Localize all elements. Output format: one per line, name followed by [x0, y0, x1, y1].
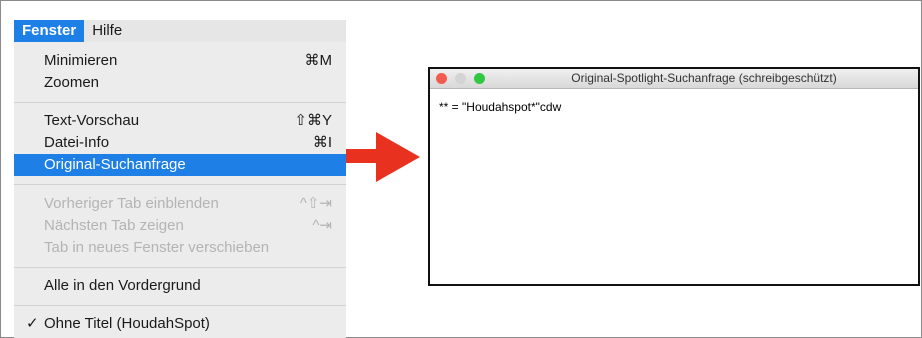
checkmark-icon: ✓ [26, 315, 39, 332]
menu-separator [14, 267, 346, 268]
shortcut-label: ^⇧⇥ [299, 195, 332, 212]
query-window: Original-Spotlight-Suchanfrage (schreibg… [428, 67, 920, 286]
shortcut-label: ^⇥ [312, 217, 332, 234]
menu-separator [14, 102, 346, 103]
shortcut-label: ⌘M [304, 52, 333, 69]
menu-item-minimize[interactable]: Minimieren ⌘M [14, 50, 346, 72]
menu-item-zoom[interactable]: Zoomen [14, 72, 346, 94]
menu-item-original-query[interactable]: Original-Suchanfrage [14, 154, 346, 176]
shortcut-label: ⇧⌘Y [294, 112, 332, 129]
menu-item-move-tab: Tab in neues Fenster verschieben [14, 237, 346, 259]
menu-item-window-untitled[interactable]: ✓ Ohne Titel (HoudahSpot) [14, 313, 346, 335]
menu-item-previous-tab: Vorheriger Tab einblenden ^⇧⇥ [14, 193, 346, 215]
menu-item-label: Nächsten Tab zeigen [44, 217, 184, 234]
menu-item-label: Ohne Titel (HoudahSpot) [44, 315, 210, 332]
menu-item-label: Minimieren [44, 52, 118, 69]
menu-item-label: Vorheriger Tab einblenden [44, 195, 219, 212]
shortcut-label: ⌘I [312, 134, 332, 151]
menu-item-bring-all-to-front[interactable]: Alle in den Vordergrund [14, 275, 346, 297]
menu-item-label: Alle in den Vordergrund [44, 277, 201, 294]
menu-separator [14, 184, 346, 185]
menu-separator [14, 305, 346, 306]
menu-item-label: Zoomen [44, 74, 100, 91]
window-title: Original-Spotlight-Suchanfrage (schreibg… [571, 71, 837, 85]
window-titlebar: Original-Spotlight-Suchanfrage (schreibg… [430, 69, 918, 89]
menu-hilfe[interactable]: Hilfe [84, 20, 130, 42]
red-arrow-icon [346, 132, 420, 182]
fenster-dropdown-menu: Minimieren ⌘M Zoomen Text-Vorschau ⇧⌘Y D… [14, 42, 346, 338]
menu-item-next-tab: Nächsten Tab zeigen ^⇥ [14, 215, 346, 237]
query-text: ** = "Houdahspot*"cdw [439, 100, 562, 114]
menu-item-label: Original-Suchanfrage [44, 156, 186, 173]
menu-fenster[interactable]: Fenster [14, 20, 85, 42]
menu-item-label: Text-Vorschau [44, 112, 140, 129]
menu-bar: Fenster Hilfe [14, 20, 346, 42]
menu-item-file-info[interactable]: Datei-Info ⌘I [14, 132, 346, 154]
menu-item-text-preview[interactable]: Text-Vorschau ⇧⌘Y [14, 110, 346, 132]
menu-item-label: Datei-Info [44, 134, 110, 151]
menu-item-label: Tab in neues Fenster verschieben [44, 239, 270, 256]
